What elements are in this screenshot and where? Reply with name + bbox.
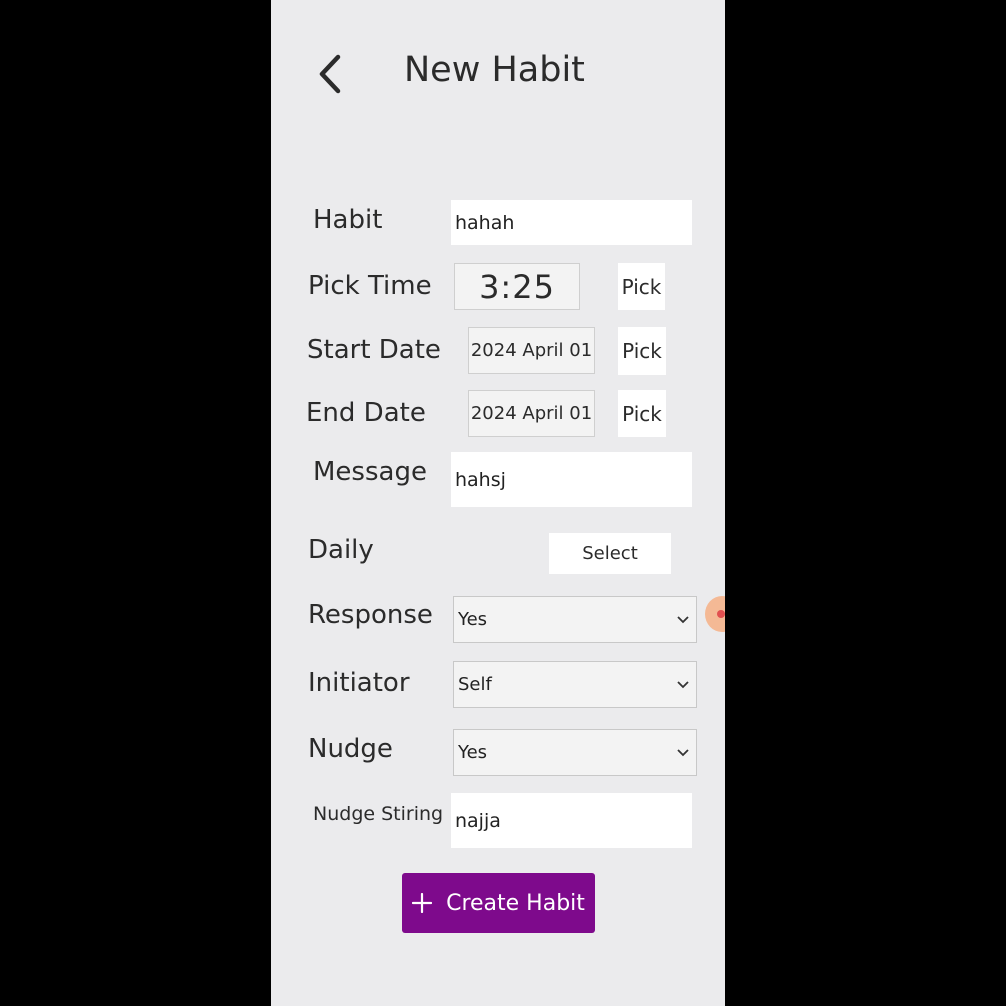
habit-input[interactable]: hahah [451,200,692,245]
app-screen: New Habit Habit hahah Pick Time 3:25 Pic… [271,0,725,1006]
end-date-display: 2024 April 01 [468,390,595,437]
notification-dot [717,610,725,618]
nudge-selected-value: Yes [458,742,488,763]
pick-time-label: Pick Time [308,271,432,301]
message-label: Message [313,457,427,487]
response-selected-value: Yes [458,609,488,630]
nudge-string-label: Nudge Stiring [313,803,444,825]
message-input[interactable]: hahsj [451,452,692,507]
nudge-string-input[interactable]: najja [451,793,692,848]
create-habit-label: Create Habit [446,890,585,916]
response-select[interactable]: Yes [453,596,697,643]
floating-bubble[interactable] [705,596,725,632]
chevron-down-icon [677,615,689,623]
chevron-left-icon [319,54,341,94]
initiator-label: Initiator [308,668,410,698]
pick-end-date-button[interactable]: Pick [618,390,666,437]
pick-start-date-button[interactable]: Pick [618,327,666,375]
initiator-select[interactable]: Self [453,661,697,708]
daily-select-button[interactable]: Select [549,533,671,574]
end-date-label: End Date [306,398,426,428]
page-title: New Habit [404,50,585,90]
response-label: Response [308,600,433,630]
start-date-label: Start Date [307,335,441,365]
start-date-display: 2024 April 01 [468,327,595,374]
time-display: 3:25 [454,263,580,310]
nudge-select[interactable]: Yes [453,729,697,776]
plus-icon [412,893,433,913]
habit-label: Habit [313,205,383,235]
nudge-label: Nudge [308,734,393,764]
pick-time-button[interactable]: Pick [618,263,665,310]
back-button[interactable] [311,52,349,96]
create-habit-button[interactable]: Create Habit [402,873,595,933]
chevron-down-icon [677,748,689,756]
initiator-selected-value: Self [458,674,492,695]
chevron-down-icon [677,680,689,688]
daily-label: Daily [308,535,374,565]
